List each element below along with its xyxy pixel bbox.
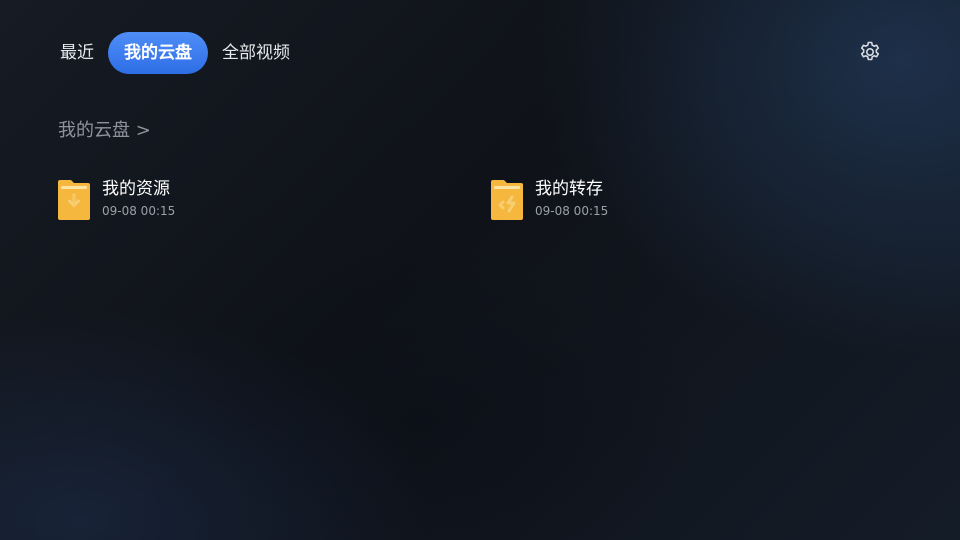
- folder-date: 09-08 00:15: [535, 204, 609, 218]
- tab-recent[interactable]: 最近: [46, 32, 108, 74]
- folder-download-icon: [58, 180, 90, 220]
- folder-item-my-transfers[interactable]: 我的转存 09-08 00:15: [491, 178, 791, 224]
- folder-name: 我的转存: [535, 179, 603, 199]
- breadcrumb[interactable]: 我的云盘 >: [58, 116, 151, 142]
- tab-bar: 最近 我的云盘 全部视频: [46, 32, 304, 74]
- settings-button[interactable]: [858, 40, 882, 64]
- gear-icon: [860, 41, 880, 61]
- folder-transfer-icon: [491, 180, 523, 220]
- folder-item-my-resources[interactable]: 我的资源 09-08 00:15: [58, 178, 358, 224]
- folder-date: 09-08 00:15: [102, 204, 176, 218]
- folder-name: 我的资源: [102, 179, 170, 199]
- tab-my-cloud-drive[interactable]: 我的云盘: [108, 32, 208, 74]
- tab-all-videos[interactable]: 全部视频: [208, 32, 304, 74]
